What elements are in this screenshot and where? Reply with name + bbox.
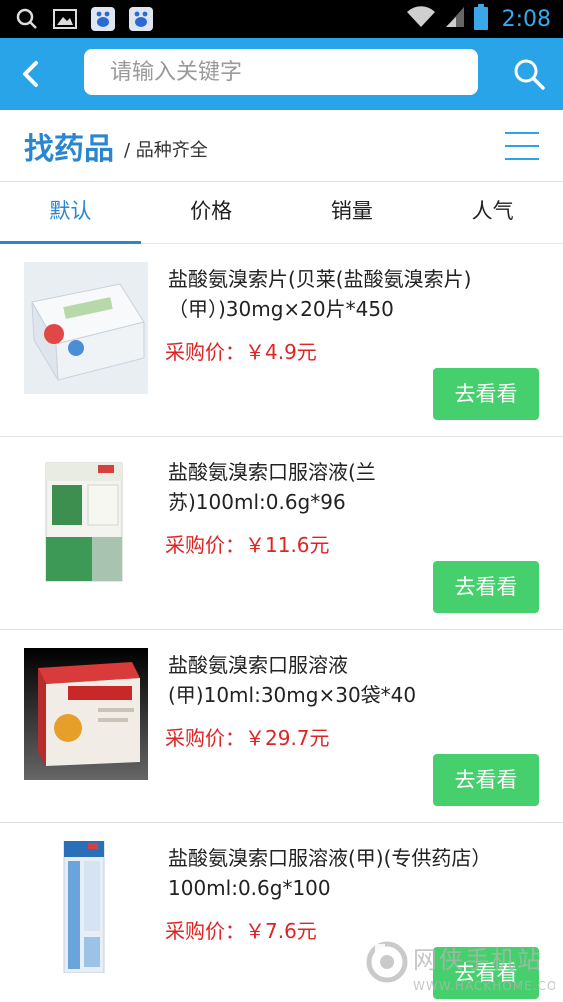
product-name[interactable]: 盐酸氨溴索口服溶液(兰苏)100ml:0.6g*96 [168, 457, 538, 517]
menu-button[interactable] [505, 132, 539, 160]
search-icon [514, 59, 545, 90]
search-icon [14, 6, 40, 32]
product-image [24, 648, 148, 780]
sort-tabs: 默认 价格 销量 人气 [0, 182, 563, 244]
product-name[interactable]: 盐酸氨溴索口服溶液(甲)(专供药店）100ml:0.6g*100 [168, 843, 538, 903]
status-icons-left [14, 6, 154, 32]
baidu-icon [128, 6, 154, 32]
search-button[interactable] [509, 54, 549, 94]
section-header: 找药品 / 品种齐全 [0, 110, 563, 182]
status-icons-right: 2:08 [406, 4, 551, 34]
tab-popularity[interactable]: 人气 [422, 182, 563, 243]
product-image [24, 262, 148, 394]
product-price: 采购价：￥4.9元 [165, 340, 317, 364]
image-icon [52, 6, 78, 32]
chevron-left-icon [23, 61, 38, 87]
product-price: 采购价：￥7.6元 [165, 919, 317, 943]
wifi-icon [406, 5, 436, 33]
signal-icon [444, 5, 466, 33]
tab-sales[interactable]: 销量 [282, 182, 423, 243]
product-price: 采购价：￥29.7元 [165, 726, 330, 750]
tab-default[interactable]: 默认 [0, 182, 141, 244]
list-item[interactable]: 盐酸氨溴索口服溶液(甲)(专供药店）100ml:0.6g*100 采购价：￥7.… [0, 823, 563, 1002]
view-button[interactable]: 去看看 [433, 754, 539, 806]
product-image [24, 841, 148, 973]
status-bar: 2:08 [0, 0, 563, 38]
product-list: 盐酸氨溴索片(贝莱(盐酸氨溴索片)（甲）)30mg×20片*450 采购价：￥4… [0, 244, 563, 1002]
tab-price[interactable]: 价格 [141, 182, 282, 243]
view-button[interactable]: 去看看 [433, 947, 539, 999]
page-title: 找药品 [24, 132, 114, 167]
product-name[interactable]: 盐酸氨溴索片(贝莱(盐酸氨溴索片)（甲）)30mg×20片*450 [168, 264, 538, 324]
search-input[interactable] [84, 49, 478, 95]
baidu-icon [90, 6, 116, 32]
back-button[interactable] [10, 52, 50, 96]
list-item[interactable]: 盐酸氨溴索口服溶液(兰苏)100ml:0.6g*96 采购价：￥11.6元 去看… [0, 437, 563, 630]
list-item[interactable]: 盐酸氨溴索片(贝莱(盐酸氨溴索片)（甲）)30mg×20片*450 采购价：￥4… [0, 244, 563, 437]
app-bar [0, 38, 563, 110]
product-price: 采购价：￥11.6元 [165, 533, 330, 557]
menu-icon [505, 132, 539, 134]
list-item[interactable]: 盐酸氨溴索口服溶液(甲)10ml:30mg×30袋*40 采购价：￥29.7元 … [0, 630, 563, 823]
product-image [24, 455, 148, 587]
view-button[interactable]: 去看看 [433, 368, 539, 420]
status-time: 2:08 [501, 6, 551, 32]
product-name[interactable]: 盐酸氨溴索口服溶液(甲)10ml:30mg×30袋*40 [168, 650, 538, 710]
view-button[interactable]: 去看看 [433, 561, 539, 613]
page-subtitle: / 品种齐全 [124, 140, 208, 161]
battery-icon [473, 4, 488, 34]
